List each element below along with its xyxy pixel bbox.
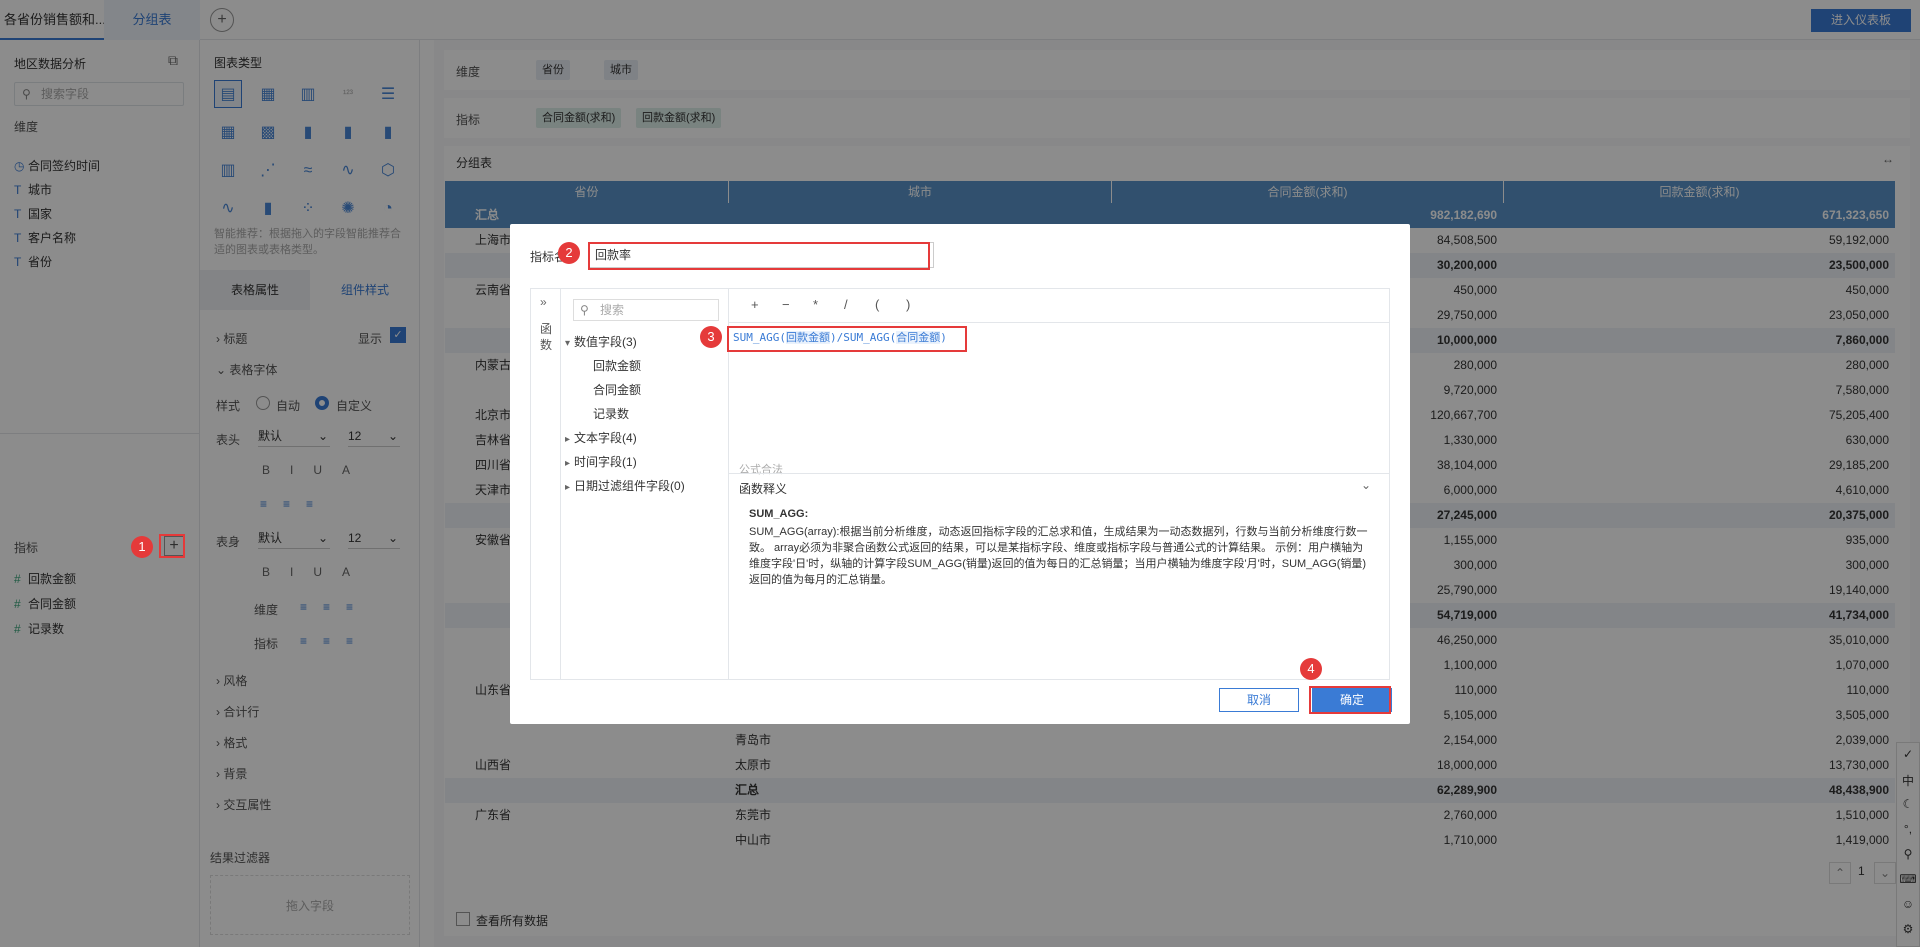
highlight-add-measure: [159, 534, 185, 558]
function-label: 函数: [540, 322, 553, 352]
highlight-ok-button: [1309, 686, 1391, 714]
explain-title: 函数释义: [739, 482, 788, 496]
function-explain-panel: 函数释义 ⌄ SUM_AGG: SUM_AGG(array):根据当前分析维度，…: [729, 473, 1389, 679]
tree-arrow-icon: ▸: [565, 482, 571, 493]
operator-button[interactable]: +: [751, 297, 759, 312]
step-marker-3: 3: [700, 326, 722, 348]
tree-arrow-icon: ▸: [565, 458, 571, 469]
tree-leaf[interactable]: 合同金额: [593, 381, 641, 398]
operator-button[interactable]: ): [906, 297, 910, 312]
highlight-formula: [727, 326, 967, 352]
tree-node-label: 文本字段(4): [574, 431, 637, 445]
tree-leaf[interactable]: 回款金额: [593, 357, 641, 374]
formula-dialog: 指标名 回款率 » 函数 ⚲ 搜索 ▾ 数值字段(3) 回款金额 合同金额 记录数 ▸ 文本…: [510, 224, 1410, 724]
step-marker-4: 4: [1300, 658, 1322, 680]
tree-node-label: 日期过滤组件字段(0): [574, 479, 685, 493]
operator-button[interactable]: *: [813, 297, 818, 312]
tree-leaf[interactable]: 记录数: [593, 405, 629, 422]
step-marker-1: 1: [131, 536, 153, 558]
step-marker-2: 2: [558, 242, 580, 264]
tree-node[interactable]: ▸ 文本字段(4): [565, 429, 637, 446]
tree-arrow-icon: ▸: [565, 434, 571, 445]
operator-button[interactable]: −: [782, 297, 790, 312]
field-tree-panel: ⚲ 搜索 ▾ 数值字段(3) 回款金额 合同金额 记录数 ▸ 文本字段(4) ▸ 时间字段(1)…: [561, 289, 729, 679]
search-placeholder: 搜索: [600, 303, 625, 317]
search-icon: ⚲: [580, 303, 589, 317]
explain-head: SUM_AGG:: [749, 508, 809, 520]
tree-arrow-icon: ▾: [565, 338, 571, 349]
cancel-button[interactable]: 取消: [1219, 688, 1299, 712]
explain-body: SUM_AGG(array):根据当前分析维度，动态返回指标字段的汇总求和值，生…: [749, 526, 1368, 586]
collapse-icon[interactable]: ⌄: [1361, 478, 1371, 492]
operator-bar: + − * / (): [729, 289, 1389, 323]
tree-node[interactable]: ▾ 数值字段(3): [565, 333, 637, 350]
tree-node-label: 时间字段(1): [574, 455, 637, 469]
tree-node[interactable]: ▸ 时间字段(1): [565, 453, 637, 470]
operator-button[interactable]: (: [875, 297, 879, 312]
function-sidebar[interactable]: » 函数: [531, 289, 561, 679]
tree-node-label: 数值字段(3): [574, 335, 637, 349]
operator-button[interactable]: /: [844, 297, 848, 312]
formula-field-search[interactable]: ⚲ 搜索: [573, 299, 719, 321]
tree-node[interactable]: ▸ 日期过滤组件字段(0): [565, 477, 685, 494]
highlight-name-input: [588, 242, 930, 270]
expand-icon[interactable]: »: [540, 295, 547, 309]
